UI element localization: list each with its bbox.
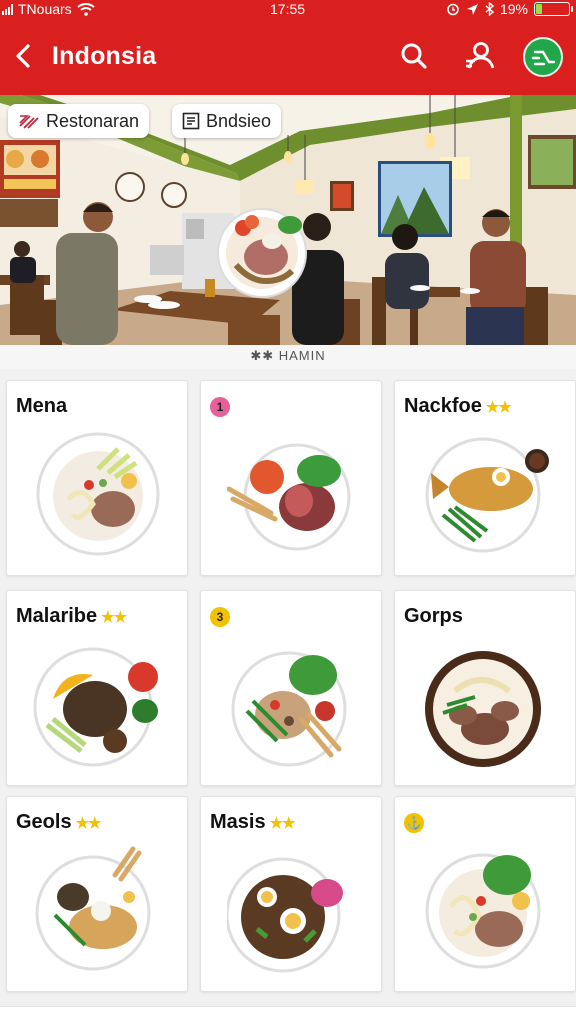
wifi-icon — [77, 2, 95, 16]
dish-number-badge: ⚓ — [404, 813, 424, 833]
dish-number-badge: 3 — [210, 607, 230, 627]
header: Indonsia — [0, 28, 576, 84]
menu-icon — [182, 112, 200, 130]
restaurant-chip-label: Restonaran — [46, 110, 140, 131]
back-arrow-icon — [16, 44, 30, 68]
restaurant-filter-chip[interactable]: Restonaran — [8, 104, 150, 138]
user-location-button[interactable] — [462, 38, 498, 74]
map-route-icon — [531, 50, 556, 66]
signal-icon — [2, 3, 13, 15]
user-location-icon — [466, 42, 495, 69]
search-icon — [401, 43, 427, 69]
dish-name: Malaribe ★★ — [16, 605, 127, 627]
location-arrow-icon — [466, 3, 478, 15]
dish-photo — [227, 443, 351, 551]
dish-photo — [231, 651, 347, 767]
dish-card[interactable]: Gorps — [394, 590, 576, 786]
rating-stars: ★★ — [75, 814, 102, 832]
dish-card[interactable]: Geols ★★ — [6, 796, 188, 992]
dish-photo — [425, 651, 541, 767]
dish-number-badge: 1 — [210, 397, 230, 417]
status-right: 19% — [446, 1, 573, 17]
battery-percent: 19% — [499, 1, 528, 17]
dish-photo — [227, 857, 343, 973]
dish-name: Mena — [16, 395, 68, 417]
page-title: Indonsia — [52, 42, 157, 70]
dish-card[interactable]: 1 — [200, 380, 382, 576]
dish-photo — [425, 437, 549, 553]
dish-photo — [33, 647, 158, 767]
dish-card[interactable]: Mena — [6, 380, 188, 576]
battery-icon — [534, 2, 573, 16]
map-route-button[interactable] — [523, 37, 563, 77]
dish-name: Gorps — [404, 605, 463, 627]
next-row-peek — [0, 1006, 576, 1024]
dish-card[interactable]: Nackfoe ★★ — [394, 380, 576, 576]
app-screen: TNouars 17:55 19% Indonsia Restonaran Bn… — [0, 0, 576, 1024]
carrier-name: TNouars — [18, 1, 72, 17]
dish-card[interactable]: ⚓ — [394, 796, 576, 992]
dish-name: Geols ★★ — [16, 811, 102, 833]
menu-filter-chip[interactable]: Bndsieo — [172, 104, 282, 138]
dish-name: Nackfoe ★★ — [404, 395, 512, 417]
dish-card[interactable]: 3 — [200, 590, 382, 786]
dish-photo — [35, 846, 151, 971]
back-button[interactable] — [10, 40, 38, 72]
rating-stars: ★★ — [101, 608, 127, 626]
restaurant-icon — [19, 115, 39, 129]
alarm-icon — [447, 3, 459, 16]
rating-stars: ★★ — [485, 398, 512, 416]
dish-photo — [425, 853, 541, 969]
dish-photo — [36, 432, 160, 556]
search-button[interactable] — [396, 38, 432, 74]
section-divider: ✱✱ HAMIN — [0, 345, 576, 369]
status-left: TNouars — [2, 1, 95, 17]
battery-fill — [536, 4, 543, 14]
top-app-bar: TNouars 17:55 19% Indonsia — [0, 0, 576, 95]
status-bar: TNouars 17:55 19% — [0, 0, 576, 18]
rating-stars: ★★ — [269, 814, 296, 832]
status-time: 17:55 — [270, 1, 306, 17]
dish-card[interactable]: Masis ★★ — [200, 796, 382, 992]
menu-chip-label: Bndsieo — [206, 110, 272, 131]
dish-card[interactable]: Malaribe ★★ — [6, 590, 188, 786]
bluetooth-icon — [485, 2, 494, 16]
dish-name: Masis ★★ — [210, 811, 296, 833]
